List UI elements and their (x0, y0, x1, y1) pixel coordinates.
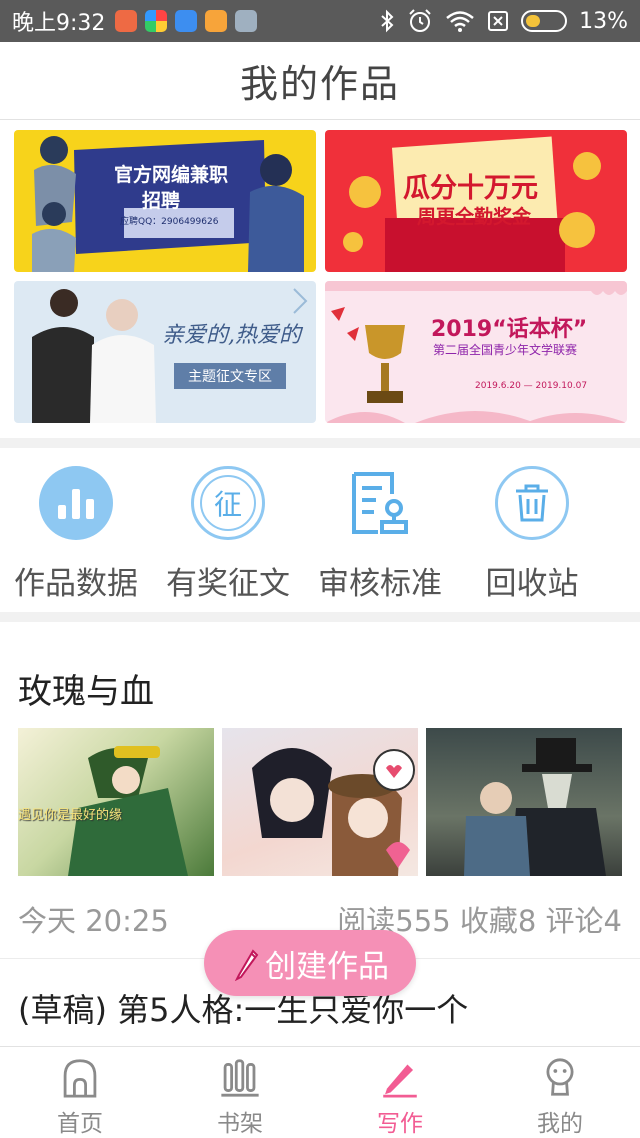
page-header: 我的作品 (0, 42, 640, 120)
battery-icon (521, 10, 568, 32)
action-recycle-bin-label: 回收站 (485, 566, 579, 602)
smile-app-icon (205, 10, 228, 32)
cloud-app-icon (175, 10, 198, 32)
work-card[interactable]: 玫瑰与血 遇见你是最好的缘 今天 20:25 阅读555 收藏8 评论4 (0, 622, 640, 958)
status-bar: 晚上9:32 13% (0, 0, 640, 42)
notification-icons (115, 10, 258, 32)
app-icon-red (115, 10, 138, 32)
tab-home[interactable]: 首页 (0, 1047, 160, 1138)
bottom-tab-bar: 首页 书架 写作 我的 (0, 1046, 640, 1138)
review-standard-icon (343, 466, 417, 540)
tab-profile-label: 我的 (537, 1111, 583, 1137)
profile-icon (546, 1058, 574, 1096)
banner-theme-title: 亲爱的,热爱的 (162, 323, 301, 348)
work-thumbnail[interactable] (426, 728, 622, 876)
banner-league-title: 2019“话本杯” (431, 317, 588, 342)
banner-recruitment-subtitle: 招聘 (142, 190, 181, 212)
trash-icon (495, 466, 569, 540)
tab-bookshelf[interactable]: 书架 (160, 1047, 320, 1138)
tab-bookshelf-label: 书架 (217, 1111, 263, 1137)
banner-recruitment-title: 官方网编兼职 (114, 164, 229, 186)
bluetooth-icon (381, 9, 394, 33)
banner-recruitment-contact: 应聘QQ：2906499626 (120, 217, 219, 227)
banner-bonus-subtitle: 周更全勤奖金 (417, 206, 532, 228)
status-time: 晚上9:32 (12, 11, 106, 36)
home-icon (63, 1059, 97, 1098)
action-contest-label: 有奖征文 (166, 566, 290, 602)
tab-write-label: 写作 (377, 1111, 423, 1137)
section-divider (0, 612, 640, 622)
section-divider (0, 438, 640, 448)
page-title: 我的作品 (239, 62, 400, 106)
bookshelf-icon (221, 1059, 259, 1097)
contest-icon-glyph: 征 (200, 475, 256, 531)
work-thumbnail[interactable]: 遇见你是最好的缘 (18, 728, 214, 876)
banner-theme-contest[interactable]: 亲爱的,热爱的 主题征文专区 (14, 281, 316, 423)
pencil-icon (234, 949, 259, 981)
app-icon-multicolor (145, 10, 168, 32)
banner-bonus[interactable]: 瓜分十万元 周更全勤奖金 (325, 130, 627, 272)
tab-profile[interactable]: 我的 (480, 1047, 640, 1138)
contest-icon: 征 (191, 466, 265, 540)
tab-write[interactable]: 写作 (320, 1047, 480, 1138)
battery-percent: 13% (579, 8, 628, 34)
action-review-standard[interactable]: 审核标准 (304, 448, 456, 612)
banner-writing-league[interactable]: 2019“话本杯” 第二届全国青少年文学联赛 2019.6.20 — 2019.… (325, 281, 627, 423)
wifi-icon (446, 11, 474, 32)
create-work-label: 创建作品 (265, 948, 389, 985)
work-title: 玫瑰与血 (18, 672, 154, 712)
action-works-data[interactable]: 作品数据 (0, 448, 152, 612)
message-app-icon (235, 10, 258, 32)
banner-league-dates: 2019.6.20 — 2019.10.07 (475, 381, 588, 391)
banner-theme-subtitle: 主题征文专区 (174, 363, 286, 389)
create-work-button[interactable]: 创建作品 (204, 930, 416, 996)
bar-chart-icon (39, 466, 113, 540)
no-sim-icon (488, 11, 509, 31)
alarm-icon (409, 9, 431, 32)
work-thumbnail[interactable] (222, 728, 418, 876)
action-works-data-label: 作品数据 (14, 566, 138, 602)
banner-league-subtitle: 第二届全国青少年文学联赛 (433, 343, 578, 357)
banner-bonus-title: 瓜分十万元 (403, 173, 538, 204)
action-recycle-bin[interactable]: 回收站 (456, 448, 608, 612)
banner-grid: 官方网编兼职 招聘 应聘QQ：2906499626 瓜分十万元 周更全勤奖金 亲… (0, 120, 640, 438)
action-contest[interactable]: 征 有奖征文 (152, 448, 304, 612)
quick-actions: 作品数据 征 有奖征文 审核标准 回收站 (0, 448, 640, 612)
work-updated-time: 今天 20:25 (18, 904, 169, 938)
banner-recruitment[interactable]: 官方网编兼职 招聘 应聘QQ：2906499626 (14, 130, 316, 272)
thumbnail-caption: 遇见你是最好的缘 (18, 808, 123, 823)
action-review-standard-label: 审核标准 (318, 566, 442, 602)
pen-icon (383, 1064, 417, 1098)
tab-home-label: 首页 (57, 1111, 103, 1137)
